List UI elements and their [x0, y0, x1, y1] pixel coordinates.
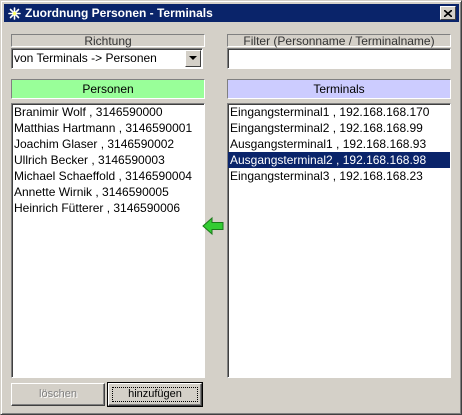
dialog-window: Zuordnung Personen - Terminals Richtung …	[0, 0, 462, 415]
chevron-down-icon	[189, 56, 197, 60]
terminals-list[interactable]: Eingangsterminal1 , 192.168.168.170 Einga…	[227, 103, 451, 378]
terminal-list-item[interactable]: Ausgangsterminal1 , 192.168.168.93	[228, 136, 450, 152]
person-list-item[interactable]: Annette Wirnik , 3146590005	[12, 184, 204, 200]
close-icon	[444, 9, 452, 17]
terminal-list-item[interactable]: Eingangsterminal3 , 192.168.168.23	[228, 168, 450, 184]
person-list-item[interactable]: Michael Schaeffold , 3146590004	[12, 168, 204, 184]
person-list-item[interactable]: Ullrich Becker , 3146590003	[12, 152, 204, 168]
filter-input[interactable]	[227, 48, 451, 69]
filter-label: Filter (Personname / Terminalname)	[227, 34, 451, 47]
person-list-item[interactable]: Branimir Wolf , 3146590000	[12, 104, 204, 120]
direction-label: Richtung	[11, 34, 205, 47]
terminal-list-item[interactable]: Ausgangsterminal2 , 192.168.168.98	[228, 152, 450, 168]
terminal-list-item[interactable]: Eingangsterminal2 , 192.168.168.99	[228, 120, 450, 136]
window-title: Zuordnung Personen - Terminals	[25, 6, 213, 20]
transfer-arrow[interactable]	[202, 216, 224, 236]
close-button[interactable]	[440, 6, 456, 20]
direction-select[interactable]: von Terminals -> Personen	[11, 48, 203, 69]
add-button-label: hinzufügen	[128, 388, 182, 400]
delete-button[interactable]: löschen	[11, 383, 105, 406]
terminal-list-item[interactable]: Eingangsterminal1 , 192.168.168.170	[228, 104, 450, 120]
add-button[interactable]: hinzufügen	[107, 382, 203, 407]
person-list-item[interactable]: Heinrich Fütterer , 3146590006	[12, 200, 204, 216]
persons-header: Personen	[11, 79, 205, 99]
arrow-left-icon	[202, 216, 224, 236]
title-bar[interactable]: Zuordnung Personen - Terminals	[4, 4, 459, 22]
person-list-item[interactable]: Matthias Hartmann , 3146590001	[12, 120, 204, 136]
direction-selected-value: von Terminals -> Personen	[14, 51, 157, 65]
star-icon	[6, 5, 22, 21]
dropdown-button[interactable]	[185, 50, 201, 67]
persons-list[interactable]: Branimir Wolf , 3146590000 Matthias Hartm…	[11, 103, 205, 378]
person-list-item[interactable]: Joachim Glaser , 3146590002	[12, 136, 204, 152]
terminals-header: Terminals	[227, 79, 451, 99]
